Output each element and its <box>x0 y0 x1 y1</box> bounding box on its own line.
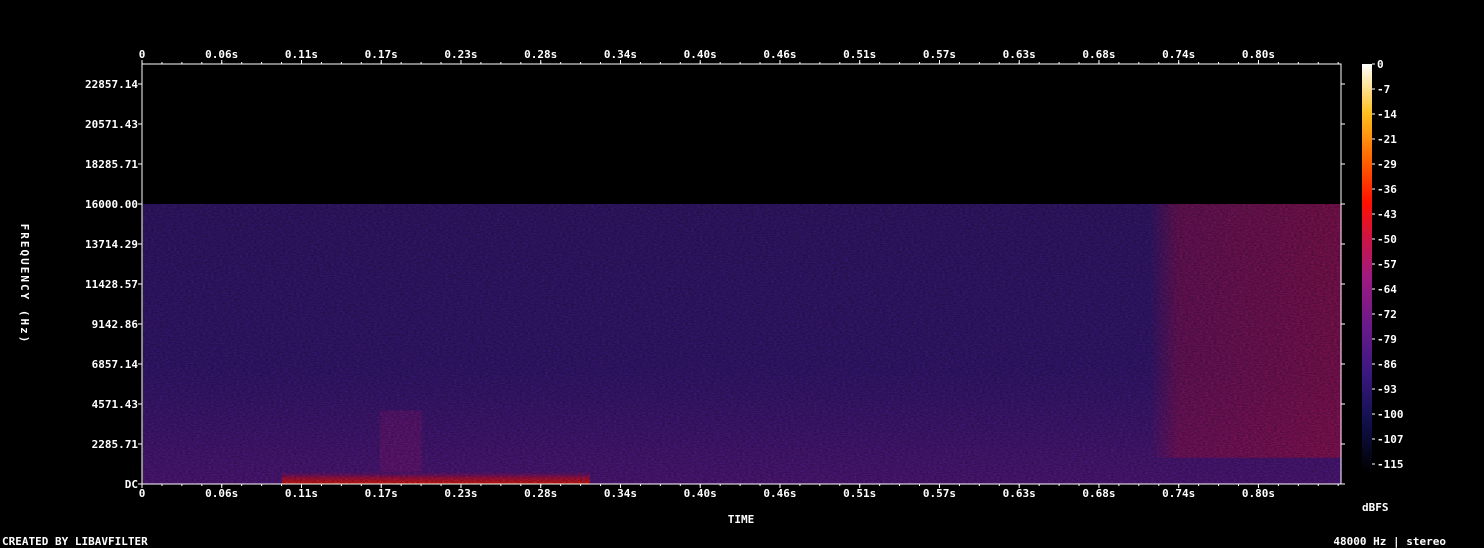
x-tick-label: 0.40s <box>684 487 717 500</box>
x-tick-label: 0.17s <box>365 48 398 61</box>
x-tick-label: 0.17s <box>365 487 398 500</box>
color-scale-ticks: 0 -7 -14 -21 -29 -36 -43 -50 -57 -64 -72 -79 -86 -93 -… <box>1372 58 1404 471</box>
y-tick-label: DC <box>125 478 138 491</box>
x-tick-label: 0.46s <box>763 48 796 61</box>
footer-credit: CREATED BY LIBAVFILTER <box>2 535 148 548</box>
x-tick-label: 0.63s <box>1003 487 1036 500</box>
spectrogram-texture <box>142 204 1341 484</box>
footer-sample-info: 48000 Hz | stereo <box>1333 535 1446 548</box>
color-tick-label: -72 <box>1377 308 1397 321</box>
spectrogram-plot-area <box>141 63 1342 485</box>
time-axis-bottom: 0 0.06s 0.11s 0.17s 0.23s 0.28s 0.34s 0.40s 0.46… <box>139 484 1339 500</box>
x-tick-label: 0.06s <box>205 48 238 61</box>
color-tick-label: -43 <box>1377 208 1397 221</box>
color-tick-label: -64 <box>1377 283 1397 296</box>
x-tick-label: 0.57s <box>923 48 956 61</box>
x-tick-label: 0.28s <box>524 487 557 500</box>
spectrogram-chart: 0 0.06s 0.11s 0.17s 0.23s 0.28s 0.34s 0.40s 0.46… <box>2 48 1446 548</box>
color-tick-label: -115 <box>1377 458 1404 471</box>
color-scale-bar <box>1362 64 1372 472</box>
x-tick-label: 0.11s <box>285 487 318 500</box>
color-tick-label: -107 <box>1377 433 1404 446</box>
x-tick-label: 0.68s <box>1082 48 1115 61</box>
x-tick-label: 0.23s <box>444 48 477 61</box>
color-tick-label: -7 <box>1377 83 1390 96</box>
y-tick-label: 4571.43 <box>92 398 138 411</box>
x-tick-label: 0.74s <box>1162 487 1195 500</box>
y-axis-label: FREQUENCY (Hz) <box>18 224 31 345</box>
color-tick-label: -57 <box>1377 258 1397 271</box>
x-tick-label: 0.34s <box>604 487 637 500</box>
y-tick-label: 2285.71 <box>92 438 139 451</box>
color-tick-label: -29 <box>1377 158 1397 171</box>
y-tick-label: 20571.43 <box>85 118 138 131</box>
x-tick-label: 0.28s <box>524 48 557 61</box>
color-tick-label: -50 <box>1377 233 1397 246</box>
y-tick-label: 9142.86 <box>92 318 139 331</box>
y-tick-label: 18285.71 <box>85 158 138 171</box>
color-tick-label: -86 <box>1377 358 1397 371</box>
y-tick-label: 6857.14 <box>92 358 139 371</box>
color-tick-label: -100 <box>1377 408 1404 421</box>
x-tick-label: 0.74s <box>1162 48 1195 61</box>
y-tick-label: 13714.29 <box>85 238 138 251</box>
color-tick-label: -93 <box>1377 383 1397 396</box>
x-tick-label: 0.57s <box>923 487 956 500</box>
x-tick-label: 0.06s <box>205 487 238 500</box>
x-tick-label: 0.63s <box>1003 48 1036 61</box>
x-tick-label: 0.51s <box>843 48 876 61</box>
color-tick-label: -36 <box>1377 183 1397 196</box>
x-tick-label: 0.11s <box>285 48 318 61</box>
y-tick-label: 22857.14 <box>85 78 138 91</box>
x-tick-label: 0.51s <box>843 487 876 500</box>
y-tick-label: 16000.00 <box>85 198 138 211</box>
color-tick-label: -79 <box>1377 333 1397 346</box>
x-tick-label: 0.80s <box>1242 48 1275 61</box>
x-tick-label: 0.34s <box>604 48 637 61</box>
x-tick-label: 0.23s <box>444 487 477 500</box>
x-axis-label: TIME <box>728 513 755 526</box>
x-tick-label: 0 <box>139 48 146 61</box>
x-tick-label: 0.46s <box>763 487 796 500</box>
time-axis-top: 0 0.06s 0.11s 0.17s 0.23s 0.28s 0.34s 0.40s 0.46… <box>139 48 1339 64</box>
x-tick-label: 0.68s <box>1082 487 1115 500</box>
x-tick-label: 0.80s <box>1242 487 1275 500</box>
x-tick-label: 0 <box>139 487 146 500</box>
color-tick-label: -14 <box>1377 108 1397 121</box>
spectrogram-region <box>142 64 1341 204</box>
y-tick-label: 11428.57 <box>85 278 138 291</box>
color-scale-label: dBFS <box>1362 501 1389 514</box>
x-tick-label: 0.40s <box>684 48 717 61</box>
color-tick-label: -21 <box>1377 133 1397 146</box>
color-tick-label: 0 <box>1377 58 1384 71</box>
